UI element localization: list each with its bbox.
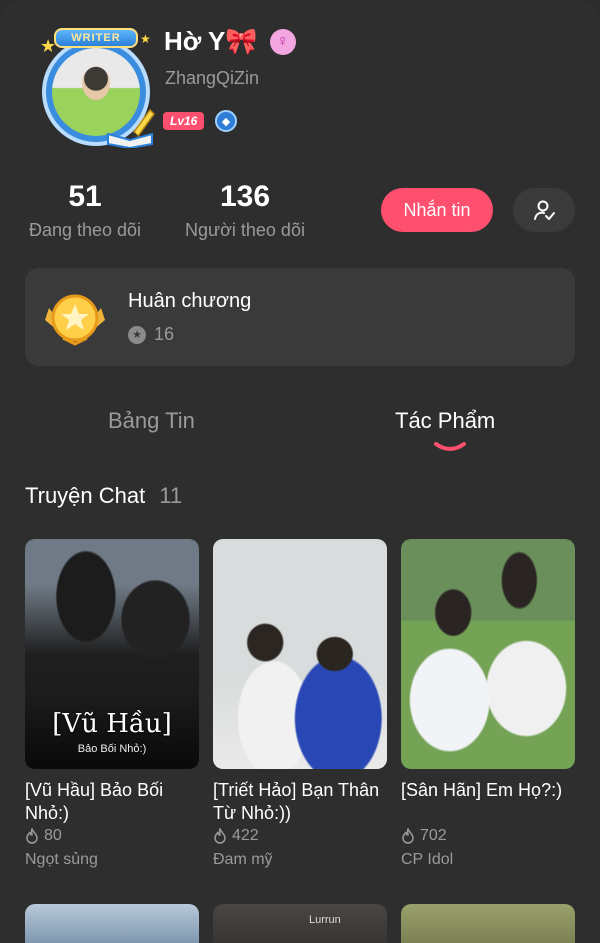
section-header: Truyện Chat 11 [25,483,182,509]
cover-title: [Vũ Hầu] [52,709,172,739]
section-title: Truyện Chat [25,483,146,508]
story-views: 80 [44,827,62,844]
story-cover-partial[interactable]: Lurrun [213,904,387,943]
display-name: Hờ Y🎀 [164,26,258,56]
pen-book-icon [107,108,155,148]
story-title: [Triết Hảo] Bạn Thân Từ Nhỏ:)) [213,780,380,823]
followers-stat[interactable]: 136 Người theo dõi [181,180,309,241]
avatar[interactable]: WRITER ★ ★ [32,28,160,150]
story-views: 702 [420,827,447,844]
username: ZhangQiZin [165,68,260,88]
story-cover [401,539,575,769]
tab-feed[interactable]: Bảng Tin [108,408,195,434]
story-card[interactable]: [Triết Hảo] Bạn Thân Từ Nhỏ:)) 422 Đam m… [213,539,387,869]
story-title: [Vũ Hầu] Bảo Bối Nhỏ:) [25,780,164,823]
followers-label: Người theo dõi [185,220,305,240]
story-cover: [Vũ Hầu] Bảo Bối Nhỏ:) [25,539,199,769]
verified-badge-icon: ◆ [215,110,237,132]
story-cover-partial[interactable] [401,904,575,943]
story-views-row: 422 [213,827,387,845]
story-views: 422 [232,827,259,844]
story-views-row: 80 [25,827,199,845]
story-card[interactable]: [Sân Hãn] Em Họ?:) 702 CP Idol [401,539,575,869]
flame-icon [214,828,226,844]
medals-count: 16 [154,324,175,344]
cover-label: Lurrun [309,914,341,926]
following-label: Đang theo dõi [28,220,142,240]
story-tag: CP Idol [401,851,454,868]
story-tag: Đam mỹ [213,851,273,868]
story-views-row: 702 [401,827,575,845]
display-name-row: Hờ Y🎀 ♀ [164,26,296,57]
section-count: 11 [159,483,183,508]
level-badge: Lv16 [163,112,205,130]
medals-count-row: ★ 16 [128,324,174,345]
writer-badge: WRITER [54,28,138,48]
star-icon: ★ [128,325,146,344]
follow-button[interactable] [513,188,575,232]
star-icon: ★ [40,36,57,56]
story-card[interactable]: [Vũ Hầu] Bảo Bối Nhỏ:) [Vũ Hầu] Bảo Bối … [25,539,199,869]
tab-works[interactable]: Tác Phẩm [395,408,495,434]
medals-card[interactable]: Huân chương ★ 16 [25,268,575,366]
story-cover-partial[interactable] [25,904,199,943]
profile-screen: WRITER ★ ★ Hờ Y🎀 ♀ ZhangQiZin Lv16 ◆ 51 … [0,0,600,943]
user-check-icon [534,200,555,220]
medal-icon [45,294,105,346]
active-tab-indicator [434,442,466,451]
medals-title: Huân chương [128,290,252,312]
female-gender-icon: ♀ [269,28,296,55]
flame-icon [402,828,414,844]
story-cover [213,539,387,769]
story-title: [Sân Hãn] Em Họ?:) [401,780,563,800]
flame-icon [26,828,38,844]
star-icon: ★ [140,32,151,46]
cover-subtitle: Bảo Bối Nhỏ:) [77,743,147,755]
following-stat[interactable]: 51 Đang theo dõi [25,180,145,241]
followers-count: 136 [219,180,271,213]
following-count: 51 [68,180,102,213]
story-tag: Ngọt sủng [25,851,98,868]
message-button[interactable]: Nhắn tin [381,188,493,232]
